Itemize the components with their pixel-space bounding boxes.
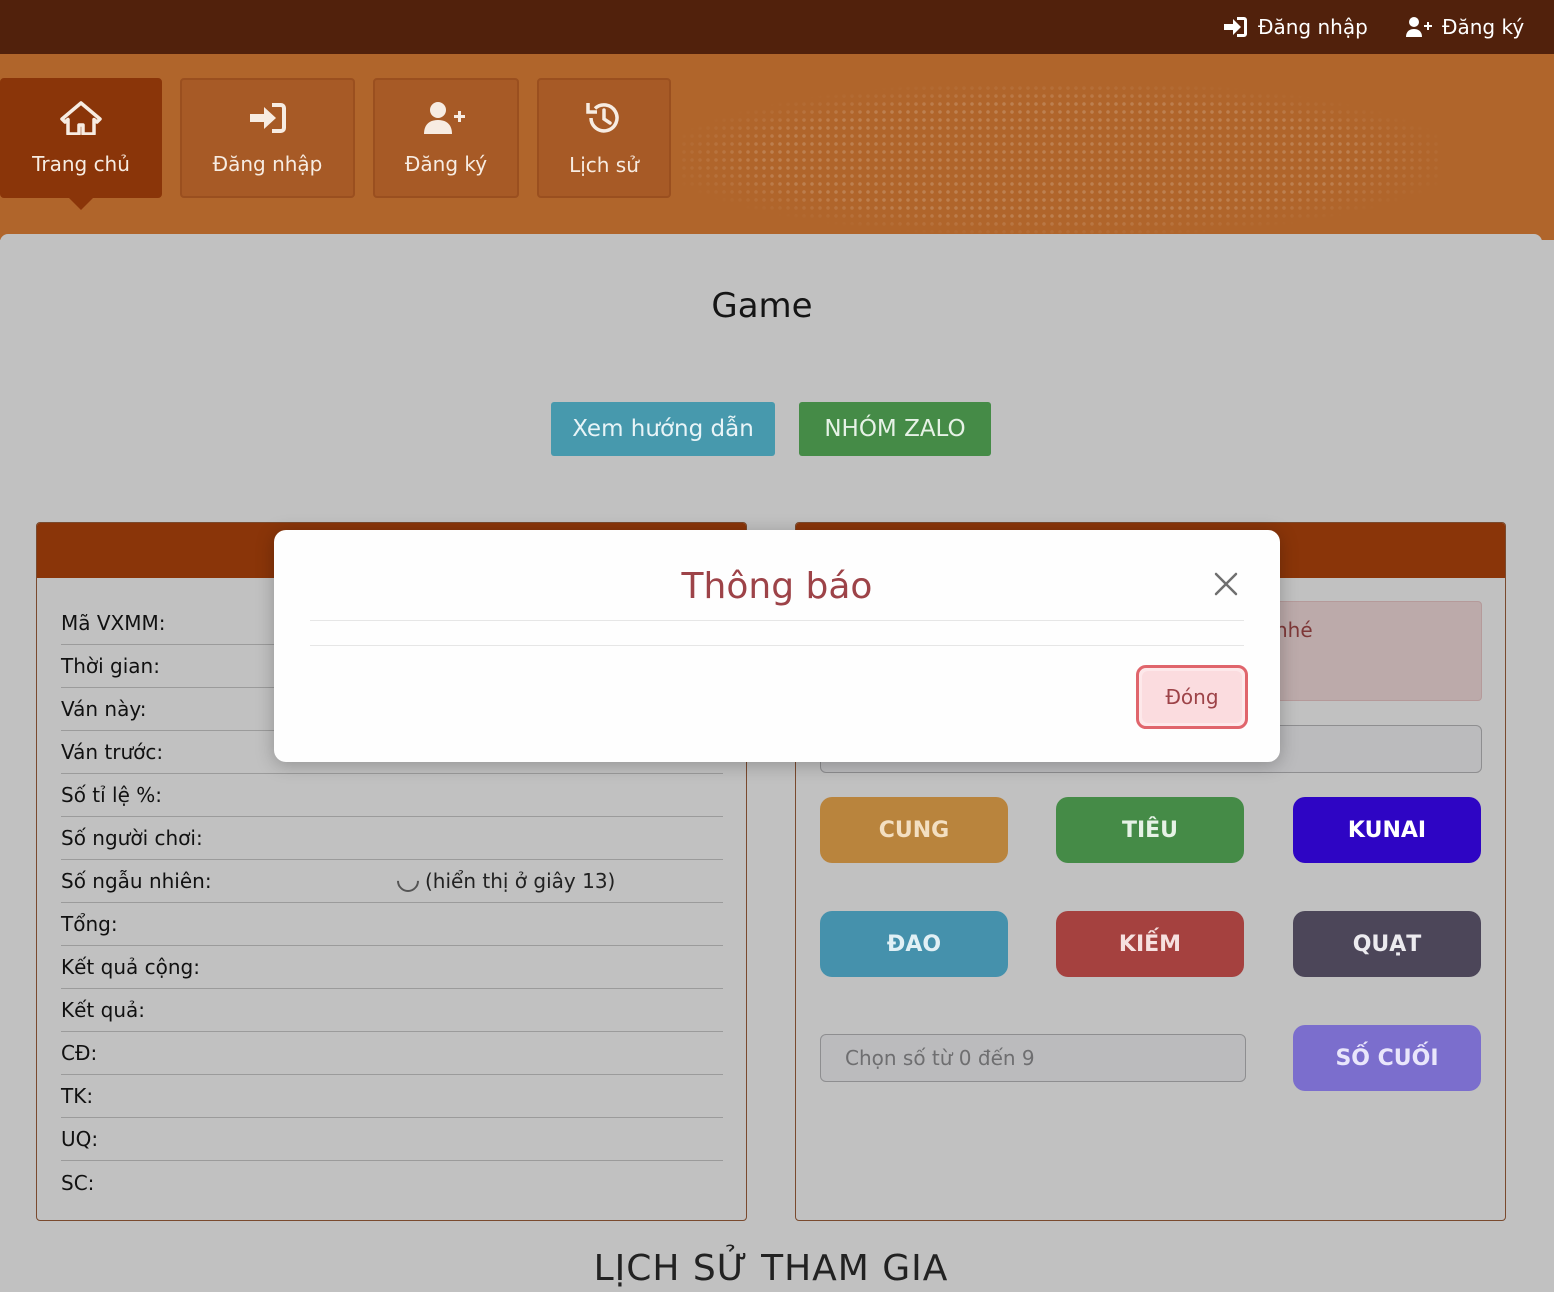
info-row: CĐ:	[61, 1032, 723, 1075]
guide-button[interactable]: Xem hướng dẫn	[551, 402, 775, 456]
choice-kunai-button[interactable]: KUNAI	[1293, 797, 1481, 863]
world-map-decoration	[680, 84, 1440, 234]
tab-home-label: Trang chủ	[32, 151, 130, 176]
choice-cung-button[interactable]: CUNG	[820, 797, 1008, 863]
close-icon[interactable]	[1212, 570, 1240, 598]
row-label: Tổng:	[61, 912, 118, 936]
top-register-label: Đăng ký	[1442, 15, 1525, 39]
notification-modal: Thông báo Đóng	[274, 530, 1280, 762]
row-label: TK:	[61, 1084, 94, 1108]
info-row: Tổng:	[61, 903, 723, 946]
info-row: SC:	[61, 1161, 723, 1204]
info-row: Kết quả cộng:	[61, 946, 723, 989]
user-plus-icon	[424, 101, 468, 140]
modal-divider	[310, 620, 1244, 621]
modal-title: Thông báo	[681, 566, 873, 607]
modal-close-button[interactable]: Đóng	[1136, 665, 1248, 729]
zalo-group-button[interactable]: NHÓM ZALO	[799, 402, 991, 456]
row-label: CĐ:	[61, 1041, 98, 1065]
choice-quat-button[interactable]: QUẠT	[1293, 911, 1481, 977]
modal-close-label: Đóng	[1165, 685, 1219, 709]
choice-tieu-button[interactable]: TIÊU	[1056, 797, 1244, 863]
info-row: Số người chơi:	[61, 817, 723, 860]
sign-in-icon	[1222, 16, 1248, 38]
modal-divider	[310, 645, 1244, 646]
home-icon	[60, 100, 102, 140]
top-login-link[interactable]: Đăng nhập	[1222, 0, 1368, 54]
row-value: (hiển thị ở giây 13)	[425, 869, 616, 893]
page-title: Game	[711, 286, 813, 326]
choice-dao-button[interactable]: ĐAO	[820, 911, 1008, 977]
row-label: UQ:	[61, 1127, 99, 1151]
info-row: Số ngẫu nhiên: (hiển thị ở giây 13)	[61, 860, 723, 903]
tab-history-label: Lịch sử	[569, 152, 639, 177]
history-title: LỊCH SỬ THAM GIA	[593, 1248, 949, 1289]
row-label: Số tỉ lệ %:	[61, 783, 163, 807]
row-label: Số ngẫu nhiên:	[61, 869, 212, 893]
hero-banner: Trang chủ Đăng nhập Đăng ký Lịch sử	[0, 54, 1554, 240]
tab-history[interactable]: Lịch sử	[537, 78, 671, 198]
tab-home[interactable]: Trang chủ	[0, 78, 162, 210]
loading-spinner-icon	[392, 865, 424, 897]
top-register-link[interactable]: Đăng ký	[1406, 0, 1524, 54]
tab-register-label: Đăng ký	[404, 151, 488, 176]
user-plus-icon	[1406, 16, 1432, 38]
info-row: UQ:	[61, 1118, 723, 1161]
choice-kiem-button[interactable]: KIẾM	[1056, 911, 1244, 977]
number-input[interactable]: Chọn số từ 0 đến 9	[820, 1034, 1246, 1082]
row-label: Kết quả:	[61, 998, 145, 1022]
top-bar: Đăng nhập Đăng ký	[0, 0, 1554, 54]
history-icon	[585, 100, 623, 141]
tab-register[interactable]: Đăng ký	[373, 78, 519, 198]
sign-in-icon	[248, 101, 288, 140]
random-number-value: (hiển thị ở giây 13)	[392, 865, 616, 897]
info-row: Kết quả:	[61, 989, 723, 1032]
row-label: Số người chơi:	[61, 826, 203, 850]
info-row: Số tỉ lệ %:	[61, 774, 723, 817]
last-digit-button[interactable]: SỐ CUỐI	[1293, 1025, 1481, 1091]
tab-login[interactable]: Đăng nhập	[180, 78, 355, 198]
row-label: SC:	[61, 1170, 95, 1195]
top-login-label: Đăng nhập	[1258, 15, 1368, 39]
info-row: TK:	[61, 1075, 723, 1118]
tab-login-label: Đăng nhập	[212, 151, 323, 176]
row-label: Kết quả cộng:	[61, 955, 200, 979]
